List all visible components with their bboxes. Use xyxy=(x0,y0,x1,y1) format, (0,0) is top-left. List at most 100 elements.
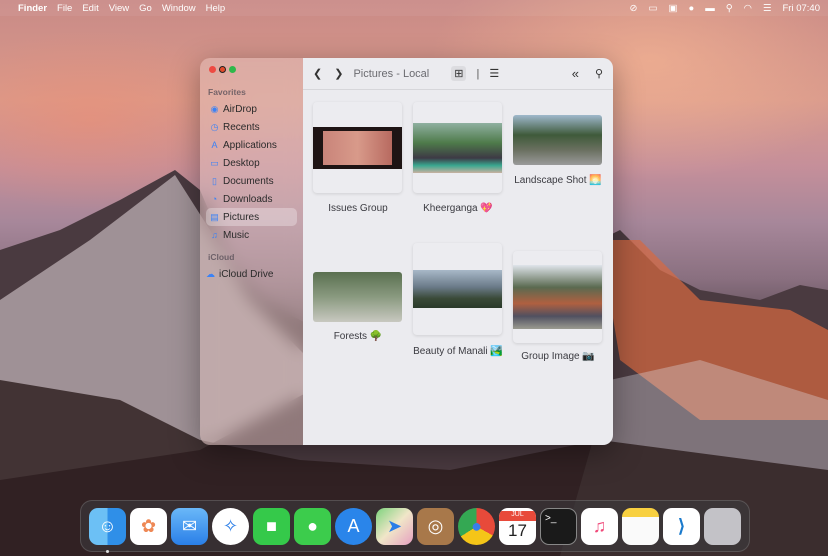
menu-help[interactable]: Help xyxy=(206,3,226,14)
file-card[interactable] xyxy=(513,251,602,343)
window-icon[interactable]: ▣ xyxy=(668,3,677,14)
chrome-icon: ● xyxy=(471,515,482,536)
control-center-icon[interactable]: ☰ xyxy=(763,3,772,14)
forward-button[interactable]: ❯ xyxy=(334,67,343,80)
sidebar-item-airdrop[interactable]: ◉ AirDrop xyxy=(206,100,297,118)
dock-app-store[interactable]: A xyxy=(335,507,372,545)
sidebar-item-label: Applications xyxy=(223,139,277,151)
menu-view[interactable]: View xyxy=(109,3,129,14)
terminal-icon: >_ xyxy=(545,512,557,524)
airplay-off-icon[interactable]: ⊘ xyxy=(630,3,638,14)
menu-window[interactable]: Window xyxy=(162,3,196,14)
maps-icon: ➤ xyxy=(386,515,403,536)
file-thumbnail xyxy=(313,127,402,169)
sidebar-item-desktop[interactable]: ▭ Desktop xyxy=(206,154,297,172)
sidebar-item-label: AirDrop xyxy=(223,103,257,115)
file-name[interactable]: Kheerganga 💖 xyxy=(403,203,513,214)
sidebar-toggle-button[interactable]: « xyxy=(572,66,579,81)
dock-trash[interactable] xyxy=(704,507,741,545)
search-button[interactable]: ⚲ xyxy=(595,67,603,80)
sidebar-item-pictures[interactable]: ▤ Pictures xyxy=(206,208,297,226)
menu-clock[interactable]: Fri 07:40 xyxy=(783,3,821,14)
pictures-icon: ▤ xyxy=(210,211,219,222)
grid-view-button[interactable]: ⊞ xyxy=(451,66,467,81)
file-card[interactable] xyxy=(413,102,502,193)
menu-file[interactable]: File xyxy=(57,3,72,14)
zoom-button[interactable] xyxy=(229,66,236,73)
dock-photos[interactable]: ✿ xyxy=(130,507,167,545)
sidebar-item-label: iCloud Drive xyxy=(219,268,274,280)
sidebar-item-label: Pictures xyxy=(223,211,260,223)
sidebar-item-recents[interactable]: ◷ Recents xyxy=(206,118,297,136)
photos-icon: ✿ xyxy=(140,515,157,536)
dock-mail[interactable]: ✉ xyxy=(171,507,208,545)
dock-messages[interactable]: ● xyxy=(294,507,331,545)
file-thumbnail xyxy=(513,265,602,329)
file-thumbnail[interactable] xyxy=(513,115,602,165)
calendar-month: JUL xyxy=(499,511,536,521)
file-name[interactable]: Group Image 📷 xyxy=(503,351,613,362)
file-card[interactable] xyxy=(413,243,502,335)
file-name[interactable]: Issues Group xyxy=(303,203,413,214)
mail-icon: ✉ xyxy=(181,515,198,536)
user-icon[interactable]: ● xyxy=(688,3,694,14)
desktop-icon: ▭ xyxy=(210,157,219,168)
menu-app-name[interactable]: Finder xyxy=(18,3,47,14)
file-name[interactable]: Landscape Shot 🌅 xyxy=(503,173,613,188)
dock-notes[interactable] xyxy=(622,507,659,545)
dock-contacts[interactable]: ◎ xyxy=(417,507,454,545)
search-icon[interactable]: ⚲ xyxy=(726,3,733,14)
divider: | xyxy=(476,67,480,80)
wifi-icon[interactable]: ◠ xyxy=(744,3,752,14)
file-thumbnail[interactable] xyxy=(313,272,402,322)
app-store-icon: A xyxy=(347,515,360,536)
menu-edit[interactable]: Edit xyxy=(82,3,98,14)
minimize-button[interactable] xyxy=(219,66,226,73)
dock-terminal[interactable]: >_ xyxy=(540,507,577,545)
file-thumbnail xyxy=(413,123,502,173)
dock: ☺ ✿ ✉ ✧ ■ ● A ➤ ◎ ● JUL 17 >_ ♫ ⟩ xyxy=(80,500,750,553)
download-icon: ◔ xyxy=(211,193,218,204)
dock-calendar[interactable]: JUL 17 xyxy=(499,507,536,545)
running-indicator xyxy=(106,549,109,553)
dock-vscode[interactable]: ⟩ xyxy=(663,507,700,545)
sidebar-item-label: Downloads xyxy=(223,193,273,205)
sidebar-item-music[interactable]: ♫ Music xyxy=(206,226,297,244)
cloud-icon: ☁ xyxy=(206,268,215,279)
sidebar-item-label: Documents xyxy=(223,175,274,187)
sidebar-item-label: Music xyxy=(223,229,250,241)
close-button[interactable] xyxy=(209,66,216,73)
music-note-icon: ♫ xyxy=(592,515,607,536)
file-name[interactable]: Beauty of Manali 🏞️ xyxy=(403,344,513,359)
dock-maps[interactable]: ➤ xyxy=(376,507,413,545)
menu-go[interactable]: Go xyxy=(139,3,152,14)
sidebar-item-icloud-drive[interactable]: ☁ iCloud Drive xyxy=(206,265,297,283)
sidebar-item-downloads[interactable]: ◔ Downloads xyxy=(206,190,297,208)
back-button[interactable]: ❮ xyxy=(313,67,322,80)
contacts-icon: ◎ xyxy=(427,515,444,536)
file-thumbnail xyxy=(413,270,502,308)
dock-finder[interactable]: ☺ xyxy=(89,507,126,553)
finder-icon: ☺ xyxy=(98,515,117,536)
document-icon: ▯ xyxy=(212,175,217,186)
battery-icon[interactable]: ▬ xyxy=(705,3,715,14)
applications-icon: A xyxy=(211,139,218,150)
dock-chrome[interactable]: ● xyxy=(458,507,495,545)
toolbar: ❮ ❯ Pictures - Local ⊞ | ☰ « ⚲ xyxy=(303,58,613,90)
airdrop-icon: ◉ xyxy=(210,103,219,114)
sidebar-item-documents[interactable]: ▯ Documents xyxy=(206,172,297,190)
file-card[interactable] xyxy=(313,102,402,193)
facetime-icon: ■ xyxy=(266,515,277,536)
list-view-button[interactable]: ☰ xyxy=(489,67,499,80)
finder-window: Favorites ◉ AirDrop ◷ Recents A Application… xyxy=(200,58,613,445)
sidebar-item-label: Recents xyxy=(223,121,260,133)
dock-safari[interactable]: ✧ xyxy=(212,507,249,545)
safari-icon: ✧ xyxy=(222,515,239,536)
display-icon[interactable]: ▭ xyxy=(648,3,657,14)
clock-icon: ◷ xyxy=(210,121,219,132)
sidebar-item-applications[interactable]: A Applications xyxy=(206,136,297,154)
dock-itunes[interactable]: ♫ xyxy=(581,507,618,545)
file-name[interactable]: Forests 🌳 xyxy=(303,331,413,342)
dock-facetime[interactable]: ■ xyxy=(253,507,290,545)
sidebar-item-label: Desktop xyxy=(223,157,260,169)
